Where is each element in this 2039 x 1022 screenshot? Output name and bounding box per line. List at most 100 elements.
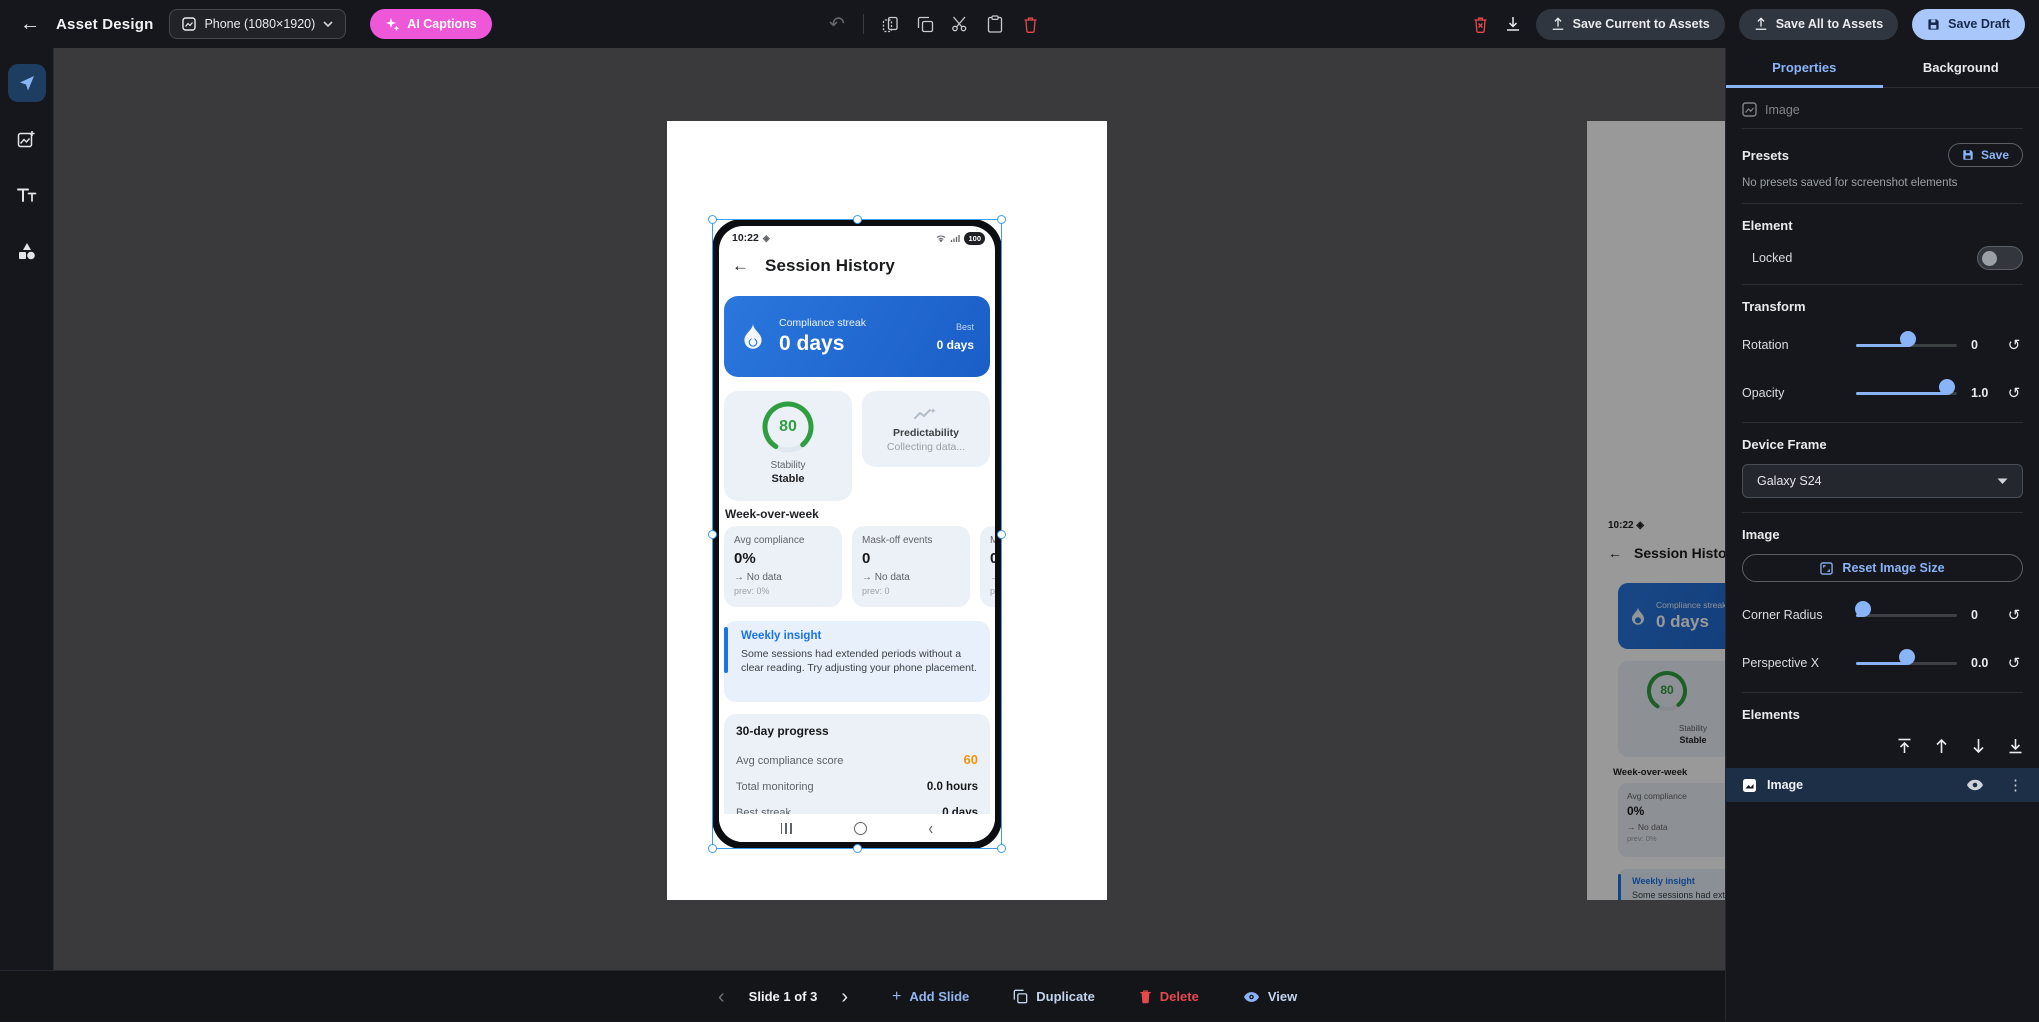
save-draft-button[interactable]: Save Draft — [1912, 9, 2025, 40]
stability-score: 80 — [760, 399, 816, 455]
device-frame-value: Galaxy S24 — [1757, 474, 1822, 488]
cut-icon[interactable] — [951, 15, 969, 33]
rotation-value: 0 — [1971, 338, 2005, 352]
ai-captions-button[interactable]: AI Captions — [370, 9, 491, 39]
add-slide-button[interactable]: + Add Slide — [892, 988, 969, 1006]
selection-handle-se[interactable] — [997, 844, 1006, 853]
opacity-value: 1.0 — [1971, 386, 2005, 400]
element-row-image[interactable]: Image ⋮ — [1726, 768, 2039, 802]
visibility-eye-icon[interactable] — [1966, 779, 1984, 791]
insight-body: Some sessions had extended periods witho… — [741, 647, 983, 676]
paste-icon[interactable] — [986, 15, 1004, 33]
corner-radius-reset-button[interactable]: ↺ — [2005, 606, 2023, 624]
download-icon[interactable] — [1504, 15, 1522, 33]
tab-properties[interactable]: Properties — [1726, 48, 1883, 87]
status-time: 10:22 — [732, 232, 759, 244]
save-current-label: Save Current to Assets — [1573, 17, 1710, 31]
stat-prev: prev: 0 — [862, 586, 960, 596]
delete-slide-button[interactable]: Delete — [1139, 989, 1199, 1004]
toolbar-divider — [863, 14, 864, 34]
stability-progress-ring — [1644, 668, 1690, 714]
progress-value: 0.0 hours — [927, 781, 978, 793]
weekly-insight-card: Weekly insight Some sessions had extende… — [724, 621, 990, 702]
perspective-x-label: Perspective X — [1742, 656, 1856, 670]
add-image-icon — [17, 130, 36, 149]
slide2-stat-card: Avg compliance 0% → No data prev: 0% — [1618, 783, 1725, 857]
reset-image-size-button[interactable]: Reset Image Size — [1742, 554, 2023, 582]
device-frame-select[interactable]: Galaxy S24 — [1742, 464, 2023, 498]
undo-button[interactable]: ↶ — [828, 15, 846, 33]
selection-handle-e[interactable] — [997, 530, 1006, 539]
next-slide-button[interactable]: › — [841, 987, 848, 1007]
delete-slide-icon[interactable] — [1472, 15, 1490, 33]
view-slide-button[interactable]: View — [1243, 989, 1297, 1004]
shapes-tool-button[interactable] — [8, 232, 46, 270]
rotation-slider[interactable] — [1856, 337, 1957, 353]
selection-handle-nw[interactable] — [708, 215, 717, 224]
slide-controls-bar: ‹ Slide 1 of 3 › + Add Slide Duplicate D… — [0, 970, 1725, 1021]
stat-value: 0 — [862, 550, 960, 567]
insight-title: Weekly insight — [741, 630, 978, 642]
move-up-icon[interactable] — [1934, 738, 1949, 754]
copy-style-icon[interactable] — [881, 15, 899, 33]
weekly-stats-row: Avg compliance 0% → No data prev: 0% Mas… — [724, 526, 995, 607]
rotation-reset-button[interactable]: ↺ — [2005, 336, 2023, 354]
locked-toggle[interactable] — [1977, 246, 2023, 270]
phone-mockup[interactable]: 10:22 ◈ 100 ← Session History — [712, 219, 1002, 849]
app-window: ← Asset Design Phone (1080×1920) AI Capt… — [0, 0, 2039, 1021]
previous-slide-button[interactable]: ‹ — [718, 987, 725, 1007]
element-row-menu-icon[interactable]: ⋮ — [2008, 776, 2023, 794]
progress-row: Total monitoring 0.0 hours — [736, 781, 978, 793]
opacity-reset-button[interactable]: ↺ — [2005, 384, 2023, 402]
progress-label: Avg compliance score — [736, 755, 843, 767]
locked-label: Locked — [1752, 251, 1792, 265]
text-tool-button[interactable] — [8, 176, 46, 214]
recents-icon — [781, 823, 792, 834]
predictability-subtitle: Collecting data... — [887, 441, 965, 453]
add-image-tool-button[interactable] — [8, 120, 46, 158]
image-icon — [1742, 778, 1757, 793]
stat-trend: → No data — [862, 572, 960, 583]
stat-label: Mask-off events — [862, 535, 960, 546]
duplicate-icon[interactable] — [916, 15, 934, 33]
save-all-to-assets-button[interactable]: Save All to Assets — [1739, 9, 1898, 40]
bring-to-front-icon[interactable] — [1897, 738, 1912, 754]
duplicate-slide-button[interactable]: Duplicate — [1013, 989, 1095, 1004]
elements-section-title: Elements — [1742, 707, 1800, 722]
move-down-icon[interactable] — [1971, 738, 1986, 754]
slide-indicator: Slide 1 of 3 — [749, 989, 818, 1004]
corner-radius-slider[interactable] — [1856, 607, 1957, 623]
device-size-dropdown[interactable]: Phone (1080×1920) — [169, 9, 346, 39]
perspective-x-slider[interactable] — [1856, 655, 1957, 671]
save-preset-button[interactable]: Save — [1948, 143, 2023, 167]
device-size-label: Phone (1080×1920) — [204, 17, 315, 31]
design-canvas[interactable]: 10:22 ◈ 100 ← Session History — [54, 48, 1725, 970]
selection-handle-s[interactable] — [853, 844, 862, 853]
tab-background[interactable]: Background — [1883, 48, 2039, 87]
delete-element-icon[interactable] — [1021, 15, 1039, 33]
slide-2-preview[interactable]: 10:22 ◈ ←Session History Compliance stre… — [1587, 121, 1725, 900]
upload-icon — [1754, 17, 1768, 31]
perspective-x-value: 0.0 — [1971, 656, 2005, 670]
selection-handle-sw[interactable] — [708, 844, 717, 853]
streak-label: Compliance streak — [779, 317, 937, 329]
selection-handle-n[interactable] — [853, 215, 862, 224]
progress-label: Total monitoring — [736, 781, 814, 793]
stat-prev: prev: 0 — [990, 586, 995, 596]
compliance-streak-card: Compliance streak 0 days Best 0 days — [724, 296, 990, 377]
select-tool-button[interactable] — [8, 64, 46, 102]
resize-icon — [1820, 562, 1833, 575]
cursor-icon — [18, 74, 36, 92]
perspective-x-reset-button[interactable]: ↺ — [2005, 654, 2023, 672]
presets-empty-text: No presets saved for screenshot elements — [1742, 177, 2023, 189]
status-diamond-icon: ◈ — [763, 233, 770, 244]
slide2-header: ←Session History — [1608, 545, 1725, 561]
back-button[interactable]: ← — [20, 13, 40, 36]
send-to-back-icon[interactable] — [2008, 738, 2023, 754]
opacity-slider[interactable] — [1856, 385, 1957, 401]
selection-handle-ne[interactable] — [997, 215, 1006, 224]
save-current-to-assets-button[interactable]: Save Current to Assets — [1536, 9, 1725, 40]
streak-value: 0 days — [779, 332, 937, 356]
selection-handle-w[interactable] — [708, 530, 717, 539]
wifi-icon — [936, 234, 946, 243]
